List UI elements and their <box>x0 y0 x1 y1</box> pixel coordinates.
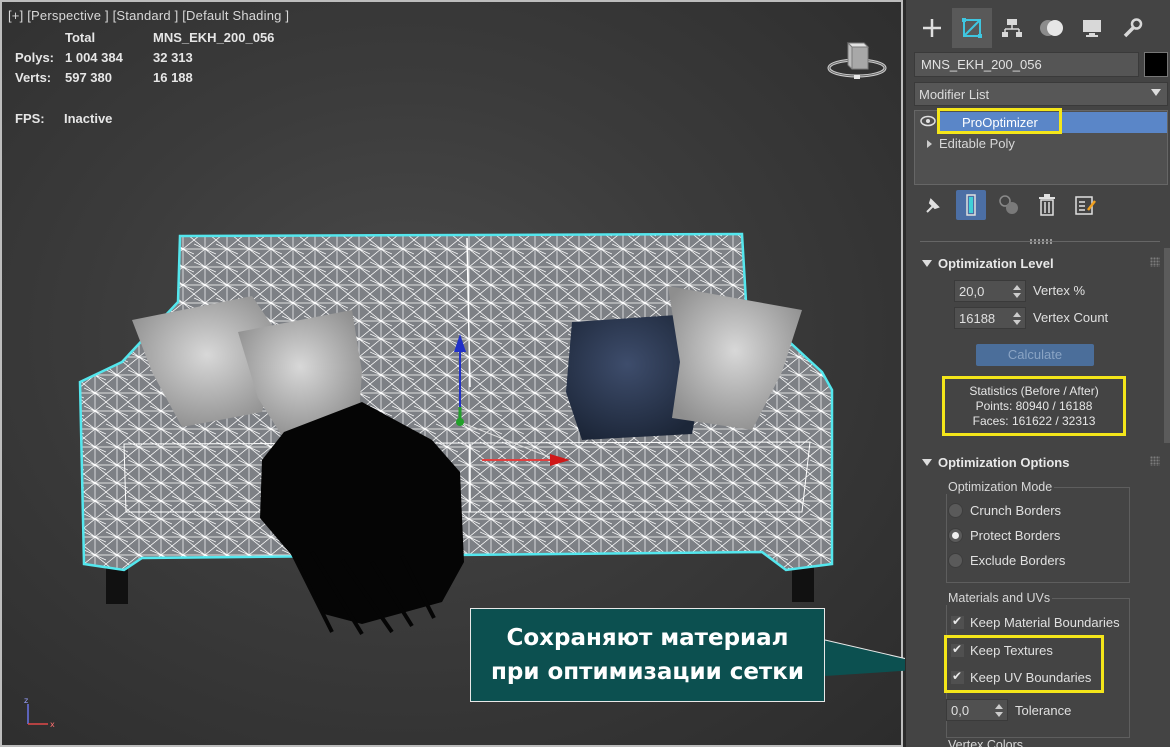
fps-value: Inactive <box>64 111 113 126</box>
tolerance-label: Tolerance <box>1015 703 1072 718</box>
show-end-result-button[interactable] <box>956 190 986 220</box>
stack-item-editable-poly[interactable]: Editable Poly <box>915 133 1167 154</box>
spinner-down-icon[interactable] <box>1013 293 1021 298</box>
vertex-count-label: Vertex Count <box>1033 310 1109 325</box>
fps-readout: FPS: Inactive <box>15 111 112 126</box>
viewport-view-menu[interactable]: [Perspective ] <box>27 8 109 23</box>
panel-scrollbar[interactable] <box>1164 248 1170 443</box>
rollout-optimization-level[interactable]: Optimization Level <box>914 253 1168 275</box>
radio-button[interactable] <box>948 553 963 568</box>
vertex-count-value: 16188 <box>959 311 996 326</box>
utilities-tab[interactable] <box>1112 8 1152 48</box>
vertex-percent-spinner[interactable]: 20,0 <box>954 280 1026 302</box>
callout-text: Сохраняют материал при оптимизации сетки <box>491 625 804 685</box>
wrench-icon <box>1123 18 1143 38</box>
optimization-mode-title: Optimization Mode <box>946 480 1055 494</box>
modifier-list-dropdown[interactable]: Modifier List <box>914 82 1168 106</box>
hierarchy-tab[interactable] <box>992 8 1032 48</box>
radio-button-selected[interactable] <box>948 528 963 543</box>
rollout-optimization-options[interactable]: Optimization Options <box>914 452 1168 474</box>
stats-verts-label: Verts: <box>15 70 52 85</box>
modifier-list-label: Modifier List <box>919 87 990 102</box>
spinner-up-icon[interactable] <box>1013 285 1021 290</box>
highlight-prooptimizer <box>937 108 1062 134</box>
object-name-field[interactable]: MNS_EKH_200_056 <box>914 52 1139 77</box>
materials-uvs-title: Materials and UVs <box>946 591 1053 605</box>
radio-label: Protect Borders <box>970 528 1061 543</box>
expand-triangle-icon[interactable] <box>927 140 932 148</box>
motion-icon <box>1040 20 1063 36</box>
vertex-count-spinner[interactable]: 16188 <box>954 307 1026 329</box>
monitor-icon <box>1083 20 1101 37</box>
tolerance-value: 0,0 <box>951 703 970 718</box>
modify-icon <box>962 18 982 38</box>
object-color-swatch[interactable] <box>1144 52 1168 77</box>
svg-text:x: x <box>50 720 55 729</box>
pin-stack-button[interactable] <box>918 190 948 220</box>
viewcube-icon[interactable] <box>826 35 888 81</box>
configure-icon <box>1075 196 1096 215</box>
highlight-statistics <box>942 376 1126 436</box>
stats-verts-total: 597 380 <box>65 70 112 85</box>
trash-icon <box>1039 194 1055 216</box>
hierarchy-icon <box>1002 19 1022 37</box>
checkbox-checked[interactable] <box>951 614 964 629</box>
stack-item-label: Editable Poly <box>939 136 1015 151</box>
collapse-triangle-icon <box>922 260 932 267</box>
remove-modifier-button[interactable] <box>1032 190 1062 220</box>
stats-verts-object: 16 188 <box>153 70 193 85</box>
pin-icon <box>926 198 940 213</box>
rollout-title: Optimization Options <box>938 455 1070 470</box>
motion-tab[interactable] <box>1032 8 1072 48</box>
modify-tab[interactable] <box>952 8 992 48</box>
make-unique-icon <box>999 195 1018 214</box>
viewport-label-menu: [+] [Perspective ] [Standard ] [Default … <box>8 8 289 23</box>
make-unique-button[interactable] <box>994 190 1024 220</box>
stats-header-total: Total <box>65 30 96 45</box>
create-tab[interactable] <box>912 8 952 48</box>
eye-icon[interactable] <box>920 115 936 127</box>
spinner-up-icon[interactable] <box>1013 312 1021 317</box>
collapse-triangle-icon <box>922 459 932 466</box>
spinner-down-icon[interactable] <box>995 712 1003 717</box>
calculate-button[interactable]: Calculate <box>976 344 1094 366</box>
highlight-keep-textures-uv <box>944 635 1104 693</box>
stats-header-object: MNS_EKH_200_056 <box>153 30 275 45</box>
spinner-down-icon[interactable] <box>1013 320 1021 325</box>
rollout-title: Optimization Level <box>938 256 1054 271</box>
viewport-shading-menu[interactable]: [Default Shading ] <box>182 8 289 23</box>
viewport-general-menu[interactable]: [+] <box>8 8 23 23</box>
drag-handle-icon[interactable] <box>1150 257 1160 267</box>
panel-resize-grip[interactable] <box>1030 239 1052 244</box>
fps-label: FPS: <box>15 111 45 126</box>
radio-label: Crunch Borders <box>970 503 1062 518</box>
end-result-icon <box>966 194 976 216</box>
command-panel-tabs <box>906 8 1170 48</box>
radio-label: Exclude Borders <box>970 553 1066 568</box>
vertex-percent-label: Vertex % <box>1033 283 1086 298</box>
display-tab[interactable] <box>1072 8 1112 48</box>
svg-text:z: z <box>24 696 28 705</box>
vertex-colors-title: Vertex Colors <box>946 738 1026 747</box>
checkbox-label: Keep Material Boundaries <box>970 615 1120 630</box>
spinner-up-icon[interactable] <box>995 704 1003 709</box>
sofa-model-wireframe[interactable] <box>62 222 852 642</box>
tolerance-spinner[interactable]: 0,0 <box>946 699 1008 721</box>
radio-button[interactable] <box>948 503 963 518</box>
stack-toolbar <box>914 188 1168 222</box>
vertex-percent-value: 20,0 <box>959 284 985 299</box>
annotation-callout: Сохраняют материал при оптимизации сетки <box>470 608 825 702</box>
command-panel: MNS_EKH_200_056 Modifier List ProOptimiz… <box>905 0 1170 747</box>
stats-polys-total: 1 004 384 <box>65 50 123 65</box>
viewport-standard-menu[interactable]: [Standard ] <box>113 8 179 23</box>
world-axis-tripod-icon: z x <box>24 696 55 729</box>
plus-icon <box>923 19 941 37</box>
configure-modifier-sets-button[interactable] <box>1070 190 1100 220</box>
stats-polys-label: Polys: <box>15 50 55 65</box>
chevron-down-icon <box>1151 89 1161 96</box>
stats-polys-object: 32 313 <box>153 50 193 65</box>
drag-handle-icon[interactable] <box>1150 456 1160 466</box>
